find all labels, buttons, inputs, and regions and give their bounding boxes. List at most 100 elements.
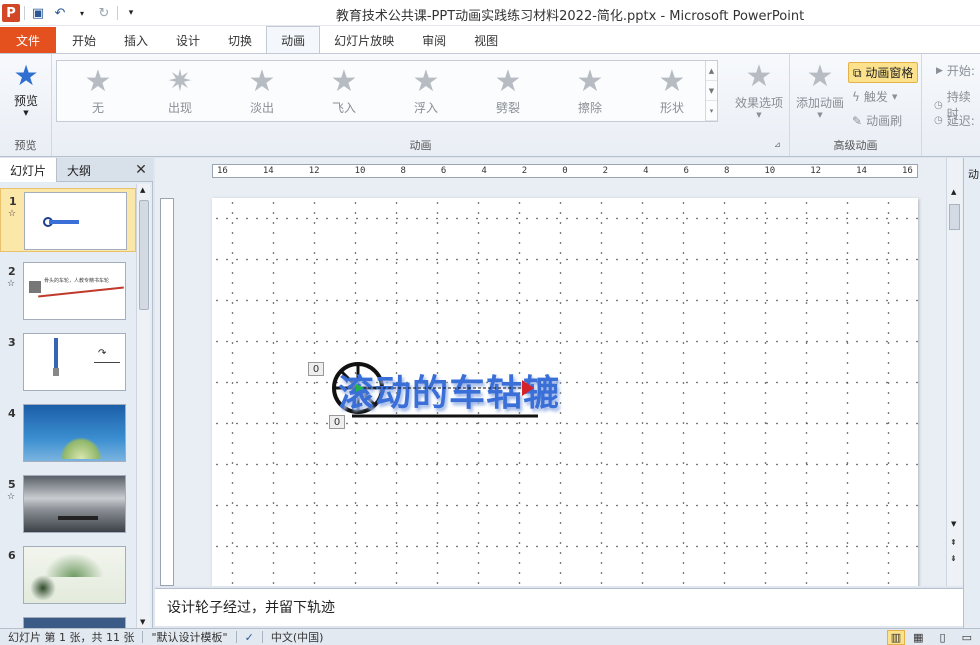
- previous-slide-icon[interactable]: ⇞: [950, 538, 957, 547]
- start-label: 开始:: [946, 64, 975, 78]
- tab-view[interactable]: 视图: [460, 27, 512, 53]
- animation-painter-button[interactable]: ✎ 动画刷: [852, 112, 902, 129]
- anim-appear[interactable]: ✷ 出现: [145, 65, 215, 119]
- thumbnail-image: [23, 617, 126, 628]
- anim-label: 浮入: [413, 101, 438, 115]
- thumb-arrow-icon: ↷: [98, 348, 107, 359]
- tab-design[interactable]: 设计: [162, 27, 214, 53]
- slide-number: 1: [9, 195, 17, 208]
- ruler-tick: 10: [764, 166, 776, 176]
- slide-thumbnail-5[interactable]: 5 ☆: [0, 472, 136, 536]
- animation-order-tag[interactable]: 0: [308, 362, 324, 376]
- delay-label: 延迟:: [946, 114, 975, 128]
- trigger-label: 触发: [863, 90, 888, 104]
- anim-fade[interactable]: ★ 淡出: [227, 65, 297, 119]
- tab-file[interactable]: 文件: [0, 27, 56, 53]
- scroll-up-icon[interactable]: ▲: [951, 188, 956, 196]
- anim-fly-in[interactable]: ★ 飞入: [309, 65, 379, 119]
- group-label-advanced: 高级动画: [833, 139, 878, 152]
- anim-label: 形状: [659, 101, 684, 115]
- scroll-thumb[interactable]: [139, 200, 149, 310]
- tab-outline[interactable]: 大纲: [57, 158, 101, 182]
- animation-pane-button[interactable]: ⧉ 动画窗格: [848, 62, 919, 83]
- title-bar: P ▣ ↶ ▾ ↻ ▾ 教育技术公共课-PPT动画实践练习材料2022-简化.p…: [0, 0, 980, 26]
- chevron-down-icon: ▼: [891, 92, 898, 101]
- effect-options-label: 效果选项: [734, 96, 783, 110]
- anim-split[interactable]: ★ 劈裂: [473, 65, 543, 119]
- ruler-tick: 14: [262, 166, 274, 176]
- anim-none[interactable]: ★ 无: [63, 65, 133, 119]
- painter-icon: ✎: [852, 113, 863, 128]
- gallery-down-icon[interactable]: ▼: [706, 81, 717, 101]
- close-icon[interactable]: ✕: [129, 158, 153, 181]
- tab-slides[interactable]: 幻灯片: [0, 158, 58, 182]
- spellcheck-icon[interactable]: ✓: [237, 631, 262, 644]
- animation-star-icon: ☆: [7, 492, 16, 502]
- tab-transitions[interactable]: 切换: [214, 27, 266, 53]
- animation-order-tag[interactable]: 0: [329, 415, 345, 429]
- ruler-tick: 8: [400, 166, 406, 176]
- add-animation-star-icon: ★: [806, 59, 834, 94]
- slide-pane-scrollbar[interactable]: ▲ ▼: [136, 184, 150, 628]
- start-timing[interactable]: ▶ 开始:: [936, 62, 975, 79]
- preview-button[interactable]: ★ 预览 ▼: [8, 60, 44, 118]
- slideshow-view-icon[interactable]: ▭: [954, 631, 980, 644]
- dialog-launcher-icon[interactable]: ⊿: [774, 140, 781, 149]
- slide-thumbnail-4[interactable]: 4: [0, 401, 136, 465]
- motion-path[interactable]: [352, 376, 552, 420]
- slide-thumbnail-2[interactable]: 2 ☆ 骨头的车轮，人教专精书车轮: [0, 259, 136, 323]
- scroll-down-icon[interactable]: ▼: [140, 618, 145, 626]
- tab-animations[interactable]: 动画: [266, 26, 321, 53]
- slide-thumbnail-6[interactable]: 6: [0, 543, 136, 607]
- slide-pane: 幻灯片 大纲 ✕ 1 ☆ 2 ☆ 骨头的车轮，人教专精书车轮 3 ↷ 4 5 ☆…: [0, 158, 153, 628]
- ruler-tick: 4: [481, 166, 487, 176]
- preview-group: ★ 预览 ▼ 预览: [0, 54, 52, 156]
- clock-icon: ◷: [934, 115, 943, 126]
- add-animation-button[interactable]: ★ 添加动画 ▼: [794, 59, 846, 120]
- anim-label: 无: [91, 101, 104, 115]
- delay-timing[interactable]: ◷ 延迟:: [934, 112, 975, 129]
- slide-number: 2: [8, 265, 16, 278]
- anim-float-in[interactable]: ★ 浮入: [391, 65, 461, 119]
- star-burst-icon: ✷: [167, 64, 193, 99]
- slide-count-status: 幻灯片 第 1 张，共 11 张: [8, 631, 135, 644]
- tab-slideshow[interactable]: 幻灯片放映: [320, 27, 408, 53]
- slide-thumbnail-1[interactable]: 1 ☆: [0, 188, 136, 252]
- scroll-thumb[interactable]: [949, 204, 960, 230]
- gallery-up-icon[interactable]: ▲: [706, 61, 717, 81]
- slide-thumbnail-3[interactable]: 3 ↷: [0, 330, 136, 394]
- clock-icon: ◷: [934, 99, 943, 111]
- animation-pane-title-fragment: 动: [968, 168, 979, 181]
- thumb-plants-graphic: [60, 437, 102, 459]
- anim-label: 飞入: [331, 101, 356, 115]
- slide-editor: 16 14 12 10 8 6 4 2 0 2 4 6 8 10 12 14 1…: [155, 158, 963, 586]
- anim-shape[interactable]: ★ 形状: [637, 65, 707, 119]
- editor-scrollbar[interactable]: ▲ ▼ ⇞ ⇟: [946, 158, 962, 586]
- animation-pane: 动: [963, 158, 980, 628]
- wipe-star-icon: ★: [576, 64, 604, 99]
- slide-canvas[interactable]: 0 0 滚动的车轱辘: [212, 198, 918, 586]
- trigger-button[interactable]: ϟ 触发 ▼: [852, 88, 897, 105]
- language-status[interactable]: 中文(中国): [263, 629, 332, 645]
- reading-view-icon[interactable]: ▯: [932, 631, 954, 644]
- slide-sorter-view-icon[interactable]: ▦: [905, 631, 931, 644]
- lightning-icon: ϟ: [852, 89, 860, 104]
- normal-view-icon[interactable]: ▥: [886, 629, 906, 645]
- slide-number: 3: [8, 336, 16, 349]
- anim-wipe[interactable]: ★ 擦除: [555, 65, 625, 119]
- tab-insert[interactable]: 插入: [110, 27, 162, 53]
- slide-thumbnail-7[interactable]: [0, 614, 136, 628]
- notes-pane[interactable]: 设计轮子经过，并留下轨迹: [155, 588, 963, 626]
- tab-home[interactable]: 开始: [58, 27, 110, 53]
- theme-status[interactable]: "默认设计模板": [143, 629, 235, 645]
- next-slide-icon[interactable]: ⇟: [950, 554, 957, 563]
- scroll-down-icon[interactable]: ▼: [951, 520, 956, 528]
- ruler-tick: 4: [643, 166, 649, 176]
- gallery-more-icon[interactable]: ▾: [706, 101, 717, 121]
- effect-options-button[interactable]: ★ 效果选项 ▼: [730, 60, 788, 120]
- thumb-tree-graphic: [30, 575, 56, 601]
- thumb-pen-tip-graphic: [53, 368, 59, 376]
- ruler-tick: 12: [810, 166, 822, 176]
- tab-review[interactable]: 审阅: [408, 27, 460, 53]
- scroll-up-icon[interactable]: ▲: [140, 186, 145, 194]
